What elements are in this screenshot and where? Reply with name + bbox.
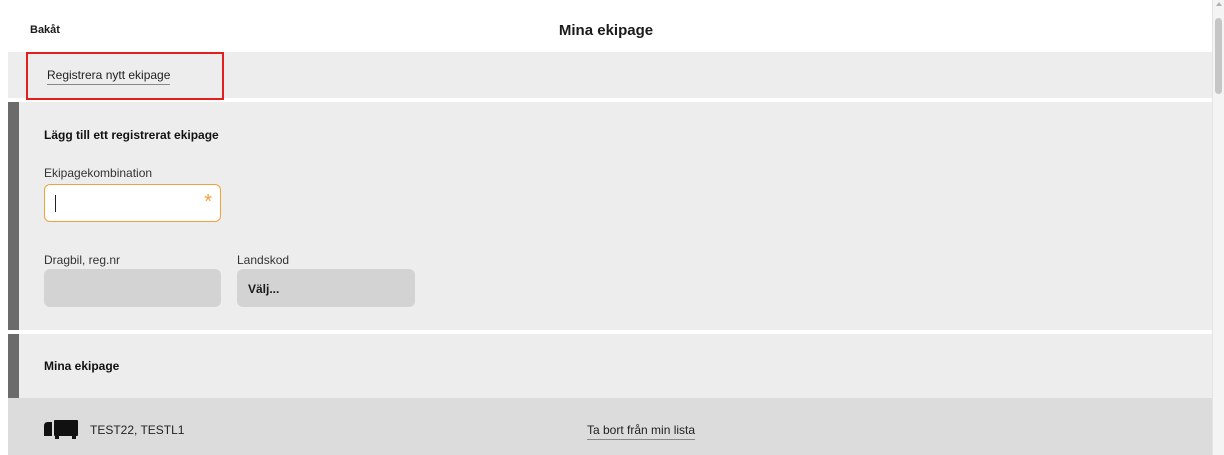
add-section-heading: Lägg till ett registrerat ekipage	[44, 128, 219, 142]
top-bar: Bakåt Mina ekipage	[0, 0, 1212, 52]
text-caret	[55, 195, 56, 212]
my-vehicles-heading: Mina ekipage	[44, 359, 120, 373]
country-label: Landskod	[237, 253, 290, 267]
page-title: Mina ekipage	[558, 22, 654, 39]
truck-icon	[44, 420, 78, 439]
scroll-up-icon[interactable]	[1216, 2, 1222, 6]
register-new-link[interactable]: Registrera nytt ekipage	[47, 68, 171, 85]
country-select[interactable]: Välj...	[237, 269, 415, 307]
combination-input[interactable]: *	[44, 184, 221, 222]
required-marker: *	[204, 191, 212, 213]
remove-from-list-link[interactable]: Ta bort från min lista	[587, 423, 696, 440]
tractor-reg-input[interactable]	[44, 269, 221, 307]
section-accent-bar	[8, 102, 19, 330]
vehicle-label: TEST22, TESTL1	[90, 423, 185, 437]
scrollbar-thumb[interactable]	[1215, 18, 1222, 94]
combination-label: Ekipagekombination	[44, 166, 153, 180]
tractor-label: Dragbil, reg.nr	[44, 253, 121, 267]
scrollbar[interactable]	[1212, 0, 1224, 455]
